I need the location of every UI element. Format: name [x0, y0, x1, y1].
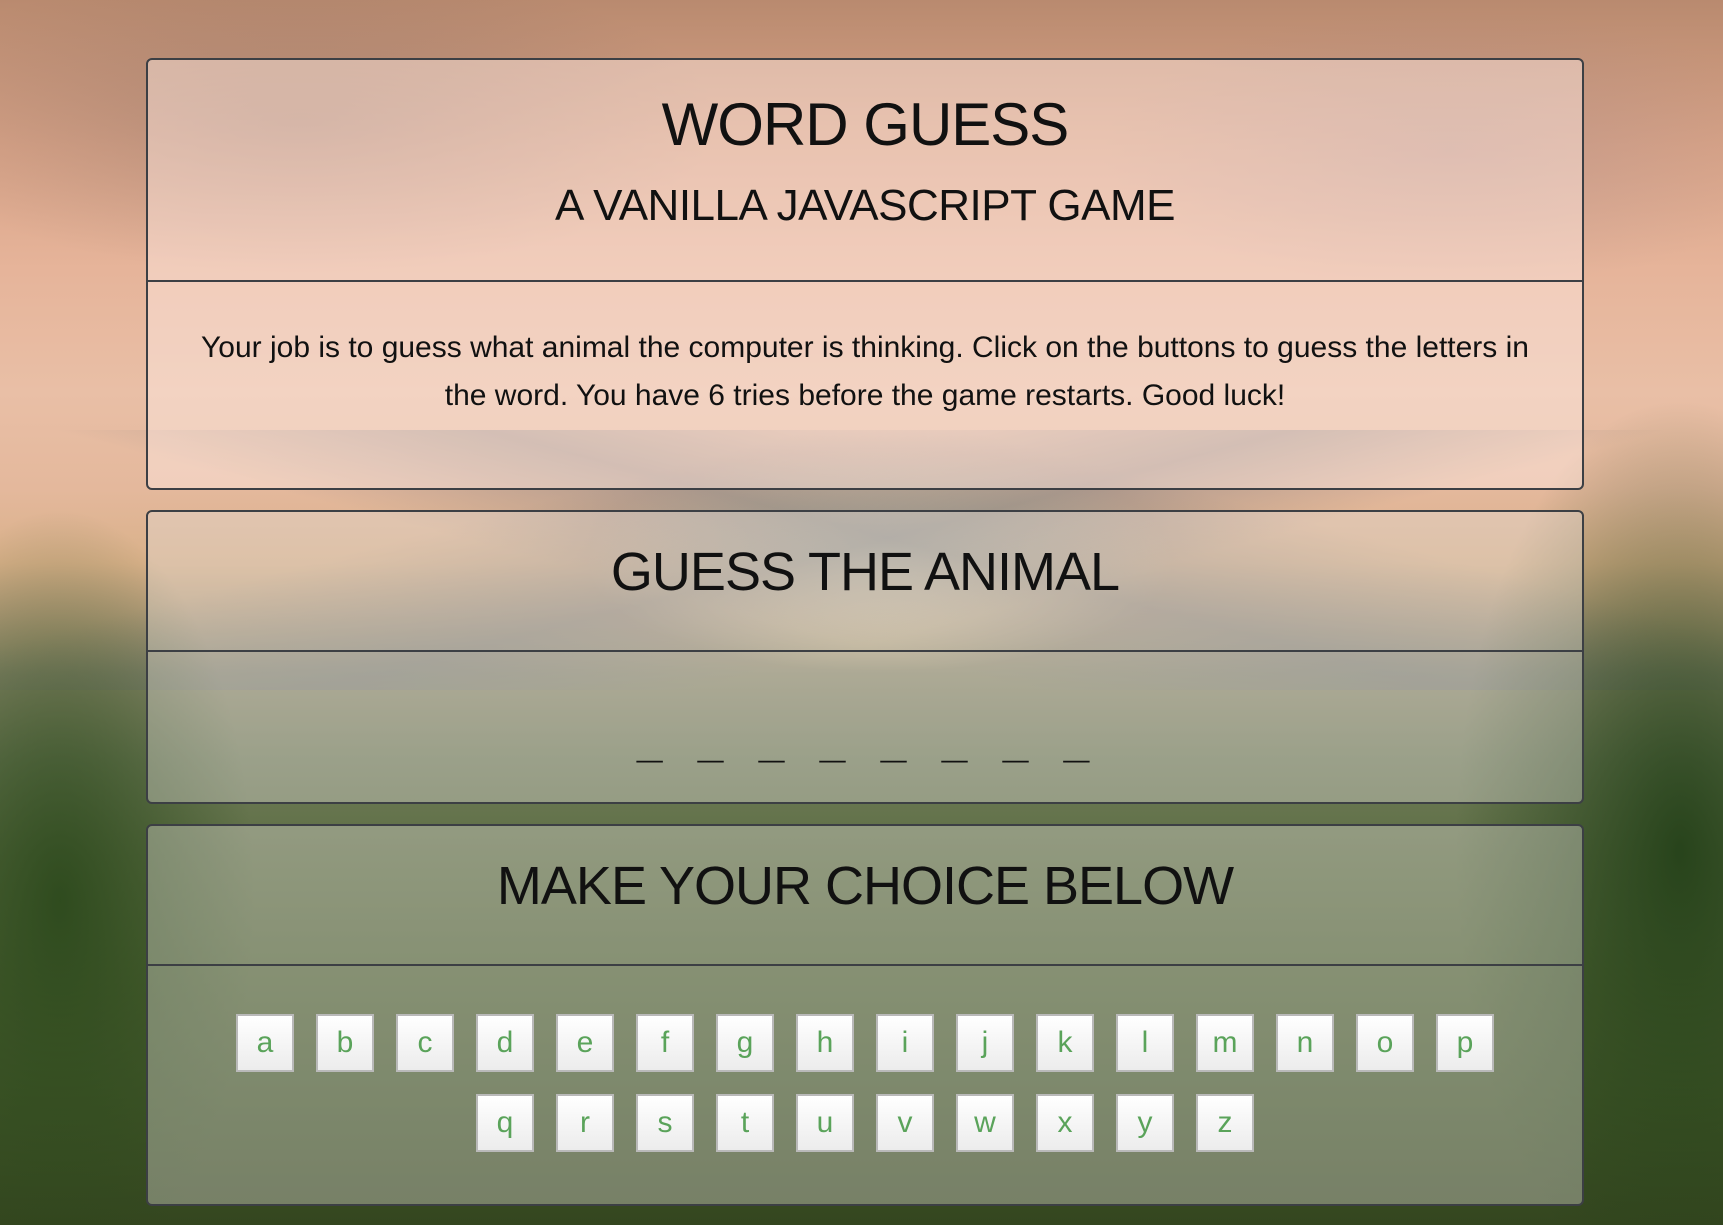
letter-button-q[interactable]: q — [476, 1094, 534, 1152]
letter-button-b[interactable]: b — [316, 1014, 374, 1072]
intro-panel: WORD GUESS A VANILLA JAVASCRIPT GAME You… — [146, 58, 1584, 490]
letter-button-m[interactable]: m — [1196, 1014, 1254, 1072]
letter-button-t[interactable]: t — [716, 1094, 774, 1152]
letter-button-g[interactable]: g — [716, 1014, 774, 1072]
letter-button-u[interactable]: u — [796, 1094, 854, 1152]
letter-button-o[interactable]: o — [1356, 1014, 1414, 1072]
letter-button-k[interactable]: k — [1036, 1014, 1094, 1072]
instructions-text: Your job is to guess what animal the com… — [201, 331, 1529, 412]
letter-button-x[interactable]: x — [1036, 1094, 1094, 1152]
letter-button-l[interactable]: l — [1116, 1014, 1174, 1072]
guess-panel: GUESS THE ANIMAL _ _ _ _ _ _ _ _ — [146, 510, 1584, 804]
letter-button-c[interactable]: c — [396, 1014, 454, 1072]
letter-button-s[interactable]: s — [636, 1094, 694, 1152]
letter-button-n[interactable]: n — [1276, 1014, 1334, 1072]
instructions-section: Your job is to guess what animal the com… — [148, 280, 1582, 488]
letter-row-2: q r s t u v w x y z — [148, 1094, 1582, 1152]
page-subtitle: A VANILLA JAVASCRIPT GAME — [554, 181, 1176, 230]
letter-button-p[interactable]: p — [1436, 1014, 1494, 1072]
guess-heading-section: GUESS THE ANIMAL — [148, 512, 1582, 650]
guess-heading: GUESS THE ANIMAL — [610, 542, 1120, 602]
choice-heading-section: MAKE YOUR CHOICE BELOW — [148, 826, 1582, 964]
letter-button-w[interactable]: w — [956, 1094, 1014, 1152]
letter-button-f[interactable]: f — [636, 1014, 694, 1072]
letter-button-e[interactable]: e — [556, 1014, 614, 1072]
letter-button-j[interactable]: j — [956, 1014, 1014, 1072]
title-section: WORD GUESS A VANILLA JAVASCRIPT GAME — [148, 60, 1582, 280]
game-container: WORD GUESS A VANILLA JAVASCRIPT GAME You… — [146, 58, 1584, 1206]
letter-button-h[interactable]: h — [796, 1014, 854, 1072]
word-section: _ _ _ _ _ _ _ _ — [148, 650, 1582, 802]
letter-button-z[interactable]: z — [1196, 1094, 1254, 1152]
letter-buttons-section: a b c d e f g h i j k l m n o p q r s t … — [148, 964, 1582, 1204]
choice-panel: MAKE YOUR CHOICE BELOW a b c d e f g h i… — [146, 824, 1584, 1206]
letter-button-y[interactable]: y — [1116, 1094, 1174, 1152]
letter-button-i[interactable]: i — [876, 1014, 934, 1072]
choice-heading: MAKE YOUR CHOICE BELOW — [496, 856, 1234, 916]
word-blanks: _ _ _ _ _ _ _ _ — [636, 712, 1094, 763]
letter-row-1: a b c d e f g h i j k l m n o p — [148, 1014, 1582, 1072]
letter-button-v[interactable]: v — [876, 1094, 934, 1152]
page-title: WORD GUESS — [661, 91, 1070, 158]
letter-button-a[interactable]: a — [236, 1014, 294, 1072]
letter-button-r[interactable]: r — [556, 1094, 614, 1152]
letter-button-d[interactable]: d — [476, 1014, 534, 1072]
